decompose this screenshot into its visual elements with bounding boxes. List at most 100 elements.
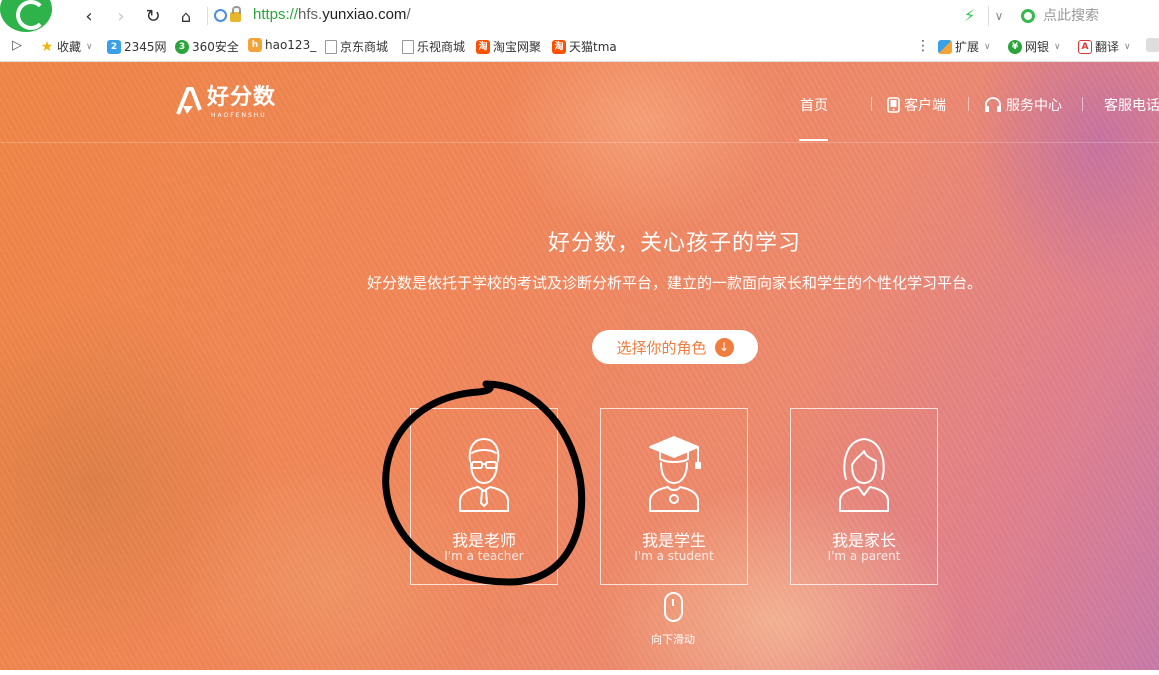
tmall-icon: 淘: [552, 39, 566, 54]
globe-icon: [214, 8, 227, 22]
parent-card-title: 我是家长: [831, 531, 896, 550]
hero-subtitle: 好分数是依托于学校的考试及诊断分析平台，建立的一款面向家长和学生的个性化学习平台…: [366, 274, 982, 292]
bookmark-taobao[interactable]: 淘 淘宝网聚: [476, 38, 541, 55]
browser-toolbar: ‹ › ↻ ⌂ https://hfs.yunxiao.com/ ⚡ ∨: [0, 0, 1159, 34]
hero-title: 好分数，关心孩子的学习: [547, 231, 801, 256]
bookmark-label: 淘宝网聚: [493, 40, 542, 54]
url-subdomain: hfs.: [298, 6, 323, 23]
home-icon[interactable]: ⌂: [175, 5, 197, 27]
search-engine-icon[interactable]: [1021, 9, 1035, 23]
bookmark-360[interactable]: 3 360安全: [175, 38, 239, 55]
url-path: /: [406, 6, 411, 23]
bookmark-extensions[interactable]: 扩展 ∨: [938, 38, 991, 55]
forward-icon[interactable]: ›: [110, 5, 132, 27]
choose-role-button[interactable]: 选择你的角色 ↓: [592, 330, 758, 364]
scroll-hint: 向下滑动: [651, 633, 695, 646]
headset-icon: [985, 97, 1001, 112]
bookmark-label: 天猫tma: [569, 40, 617, 54]
phone-icon: [887, 97, 900, 113]
bookmark-label: hao123_: [265, 38, 317, 52]
teacher-icon: [459, 438, 509, 512]
teacher-card-title: 我是老师: [451, 531, 516, 550]
reload-icon[interactable]: ↻: [142, 5, 164, 27]
role-card-teacher[interactable]: 我是老师 I'm a teacher: [410, 408, 558, 585]
logo-icon: [176, 87, 202, 115]
nav-home[interactable]: 首页: [800, 95, 828, 115]
nav-divider: [1082, 97, 1083, 111]
lock-icon: [230, 6, 241, 22]
nav-service[interactable]: 服务中心: [984, 95, 1062, 115]
nav-phone[interactable]: 客服电话: [1104, 95, 1159, 115]
bookmark-favorites[interactable]: ★ 收藏 ∨: [40, 38, 93, 55]
nav-active-indicator: [799, 139, 828, 141]
bookmark-tmall[interactable]: 淘 天猫tma: [552, 38, 617, 55]
chevron-down-icon[interactable]: ∨: [988, 6, 1009, 26]
translate-icon: A: [1078, 39, 1092, 54]
more-icon[interactable]: ⋮: [916, 38, 930, 54]
bookmark-label: 京东商城: [340, 40, 389, 54]
bookmark-translate[interactable]: A 翻译 ∨: [1078, 38, 1131, 55]
site-info[interactable]: [214, 6, 241, 22]
sidebar-toggle-icon[interactable]: ▷: [12, 38, 22, 53]
back-icon[interactable]: ‹: [78, 5, 100, 27]
360-icon: 3: [175, 39, 189, 54]
bookmark-2345[interactable]: 2 2345网: [107, 38, 167, 55]
lightning-icon[interactable]: ⚡: [964, 6, 975, 25]
search-box[interactable]: [1015, 4, 1159, 28]
page-bottom-strip: [0, 670, 1159, 675]
extensions-icon: [938, 39, 952, 54]
2345-icon: 2: [107, 39, 121, 54]
nav-divider: [871, 97, 872, 111]
student-card-subtitle: I'm a student: [634, 549, 714, 563]
nav-client-label: 客户端: [904, 98, 946, 114]
site-logo[interactable]: 好分数 HAOFENSHU: [175, 85, 277, 119]
role-card-parent[interactable]: 我是家长 I'm a parent: [790, 408, 938, 585]
nav-home-label: 首页: [800, 98, 828, 114]
bookmark-label: 网银: [1025, 40, 1050, 54]
address-input[interactable]: https://hfs.yunxiao.com/: [253, 6, 411, 23]
student-card-title: 我是学生: [641, 531, 706, 550]
chevron-down-icon: ∨: [984, 41, 991, 52]
site-header: 好分数 HAOFENSHU 首页 客户端 服务中心 客服电话: [0, 62, 1159, 143]
nav-phone-label: 客服电话: [1104, 98, 1159, 114]
bookmark-label: 乐视商城: [417, 40, 466, 54]
role-card-student[interactable]: 我是学生 I'm a student: [600, 408, 748, 585]
bookmark-letv[interactable]: 乐视商城: [402, 38, 465, 55]
bookmark-label: 翻译: [1095, 40, 1120, 54]
mouse-scroll-icon[interactable]: [664, 592, 683, 622]
bookmark-overflow[interactable]: [1146, 38, 1159, 52]
bookmark-label: 2345网: [124, 40, 167, 54]
bookmark-label: 360安全: [192, 40, 239, 54]
logo-subtitle: HAOFENSHU: [211, 112, 267, 119]
logo-name: 好分数: [207, 85, 277, 110]
page-icon: [1146, 38, 1159, 52]
nav-client[interactable]: 客户端: [887, 95, 946, 115]
hao123-icon: h: [248, 38, 262, 52]
chevron-down-icon: ∨: [1054, 41, 1061, 52]
url-protocol: https://: [253, 6, 299, 23]
student-icon: [649, 436, 701, 512]
chevron-down-icon: ∨: [86, 41, 93, 52]
nav-divider: [968, 97, 969, 111]
url-domain: yunxiao.com: [322, 6, 407, 23]
choose-role-label: 选择你的角色: [616, 338, 707, 357]
teacher-card-subtitle: I'm a teacher: [444, 549, 524, 563]
chevron-down-icon: ∨: [1124, 41, 1131, 52]
page-icon: [402, 39, 414, 54]
bookmark-label: 收藏: [57, 40, 82, 54]
search-input[interactable]: [1041, 7, 1155, 25]
arrow-down-icon: ↓: [714, 337, 734, 357]
browser-logo-icon[interactable]: [0, 0, 52, 32]
bank-icon: ¥: [1008, 39, 1022, 54]
bookmark-bank[interactable]: ¥ 网银 ∨: [1008, 38, 1061, 55]
parent-card-subtitle: I'm a parent: [827, 549, 901, 563]
bookmarks-bar: ▷ ★ 收藏 ∨ 2 2345网 3 360安全 h hao123_ 京东商城 乐…: [0, 33, 1159, 62]
bookmark-hao123[interactable]: h hao123_: [248, 38, 316, 52]
divider: [207, 7, 208, 25]
nav-service-label: 服务中心: [1006, 98, 1062, 114]
parent-icon: [839, 438, 889, 512]
taobao-icon: 淘: [476, 39, 490, 54]
bookmark-jd[interactable]: 京东商城: [325, 38, 388, 55]
bookmark-label: 扩展: [955, 40, 980, 54]
star-icon: ★: [40, 38, 54, 55]
